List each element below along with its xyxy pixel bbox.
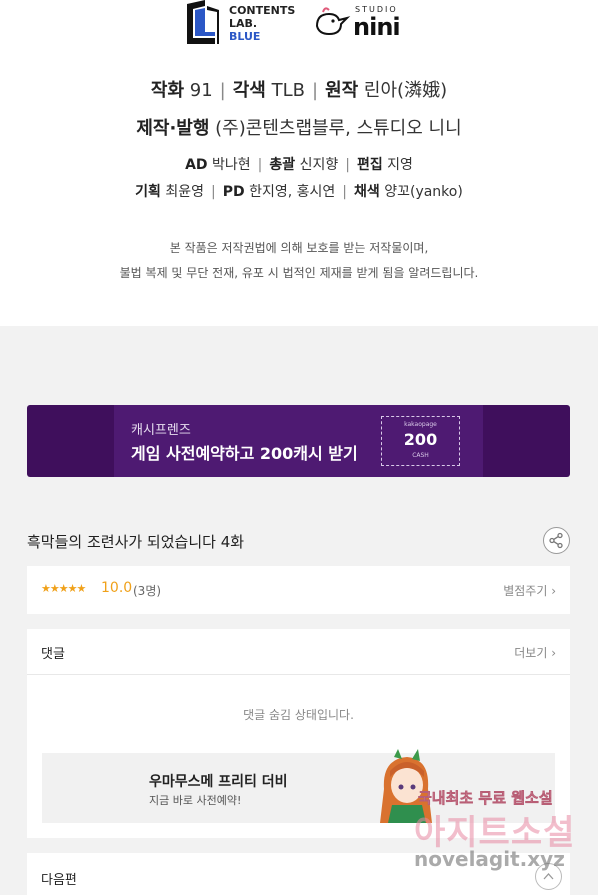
credit-separator: | xyxy=(257,157,263,173)
publisher-logos: CONTENTS LAB. BLUE STUDIO nini xyxy=(0,0,598,50)
credit-separator: | xyxy=(311,80,319,101)
copyright-notice-line-1: 본 작품은 저작권법에 의해 보호를 받는 저작물이며, xyxy=(169,241,429,255)
credit-value: 신지향 xyxy=(299,157,339,173)
copyright-notice-line-2: 불법 복제 및 무단 전재, 유포 시 법적인 제재를 받게 됨을 알려드립니다… xyxy=(119,266,479,280)
credit-separator: | xyxy=(342,184,347,200)
cash-friends-banner[interactable]: 캐시프렌즈 게임 사전예약하고 200캐시 받기 kakaopage 200 C… xyxy=(27,405,570,477)
banner-subtitle: 캐시프렌즈 xyxy=(131,423,191,438)
logo-cl-line-2: LAB. xyxy=(229,17,258,30)
credit-label: 기획 xyxy=(135,184,161,200)
site-watermark: 국내최초 무료 웹소설 아지트소설 novelagit.xyz xyxy=(410,783,585,878)
credit-value: 91 xyxy=(189,80,213,101)
bird-icon xyxy=(315,7,351,36)
ad-subtitle: 지금 바로 사전예약! xyxy=(149,794,242,807)
credits-line-1: 작화 91 | 각색 TLB | 원작 린아(潾娥) xyxy=(0,76,598,102)
coupon-brand: kakaopage xyxy=(404,421,437,428)
credits-line-2: 제작·발행 (주)콘텐츠랩블루, 스튜디오 니니 xyxy=(0,114,598,140)
rating-score: 10.0 xyxy=(101,580,133,596)
credit-label: AD xyxy=(185,157,208,173)
credit-value: 지영 xyxy=(387,157,413,173)
credit-label: 편집 xyxy=(356,157,383,173)
credit-label: 총괄 xyxy=(269,157,296,173)
contents-lab-blue-mark-icon xyxy=(187,0,219,44)
credit-value: 최윤영 xyxy=(165,184,205,200)
episode-title: 흑막들의 조련사가 되었습니다 4화 xyxy=(27,533,245,551)
credit-label: 채색 xyxy=(354,184,380,200)
banner-title: 게임 사전예약하고 200캐시 받기 xyxy=(131,444,358,463)
credit-label: 작화 xyxy=(150,80,185,101)
contents-lab-blue-logo: CONTENTS LAB. BLUE xyxy=(185,0,305,48)
credit-label: 원작 xyxy=(325,80,359,101)
watermark-line-3: novelagit.xyz xyxy=(414,847,565,871)
comments-more-link[interactable]: 더보기 › xyxy=(514,644,556,661)
share-button[interactable] xyxy=(543,527,570,554)
comments-divider xyxy=(27,674,570,675)
credit-value: 양꼬(yanko) xyxy=(384,184,463,200)
credit-label: PD xyxy=(222,184,245,200)
credits-line-3: AD 박나현 | 총괄 신지향 | 편집 지영 xyxy=(0,154,598,174)
rating-count: (3명) xyxy=(133,584,162,598)
credit-separator: | xyxy=(211,184,216,200)
next-episode-label: 다음편 xyxy=(41,873,77,888)
credit-label: 각색 xyxy=(232,80,266,101)
credit-value: 린아(潾娥) xyxy=(363,80,448,101)
rating-card: ★★★★★ 10.0 (3명) 별점주기 › xyxy=(27,566,570,614)
credit-value: 박나현 xyxy=(212,157,251,173)
credit-value: TLB xyxy=(271,80,305,101)
studio-nini-logo: STUDIO nini xyxy=(313,2,423,46)
logo-cl-line-1: CONTENTS xyxy=(229,4,296,17)
coupon-amount: 200 xyxy=(403,430,438,449)
logo-cl-line-3: BLUE xyxy=(229,30,261,43)
comments-header: 댓글 xyxy=(41,647,65,662)
credit-separator: | xyxy=(219,80,226,101)
logo-nini-name: nini xyxy=(353,13,401,41)
share-icon xyxy=(549,532,563,549)
credit-value: (주)콘텐츠랩블루, 스튜디오 니니 xyxy=(215,118,462,139)
credit-value: 한지영, 홍시연 xyxy=(249,184,336,200)
credit-separator: | xyxy=(345,157,350,173)
coupon-unit: CASH xyxy=(412,452,429,459)
credits-line-4: 기획 최윤영 | PD 한지영, 홍시연 | 채색 양꼬(yanko) xyxy=(0,181,598,201)
rating-stars-icon: ★★★★★ xyxy=(41,582,86,595)
credit-label: 제작·발행 xyxy=(136,118,210,139)
cash-coupon: kakaopage 200 CASH xyxy=(381,416,460,466)
comments-hidden-message: 댓글 숨김 상태입니다. xyxy=(243,708,354,722)
credits-section: CONTENTS LAB. BLUE STUDIO nini 작화 91 | 각색 … xyxy=(0,0,598,326)
rate-button[interactable]: 별점주기 › xyxy=(503,582,556,599)
ad-title: 우마무스메 프리티 더비 xyxy=(149,774,288,790)
